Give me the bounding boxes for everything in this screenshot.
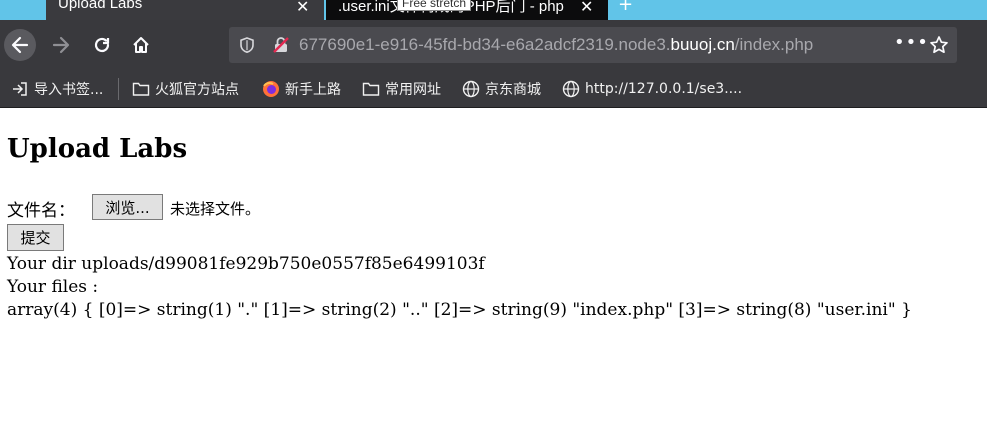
- files-dump-text: array(4) { [0]=> string(1) "." [1]=> str…: [7, 300, 912, 320]
- browse-button[interactable]: 浏览...: [92, 194, 163, 220]
- url-bar[interactable]: 677690e1-e916-45fd-bd34-e6a2adcf2319.nod…: [229, 27, 957, 63]
- globe-icon: [462, 80, 480, 98]
- no-file-selected-text: 未选择文件。: [170, 200, 261, 218]
- bookmark-separator: [118, 78, 119, 100]
- dir-path-text: Your dir uploads/d99081fe929b750e0557f85…: [7, 254, 485, 274]
- submit-button[interactable]: 提交: [7, 224, 64, 251]
- tab-title: Upload Labs: [58, 0, 143, 12]
- url-text: 677690e1-e916-45fd-bd34-e6a2adcf2319.nod…: [299, 35, 814, 54]
- bookmarks-toolbar: 导入书签... 火狐官方站点 新手上路 常用网址 京东商城 http://127…: [0, 70, 987, 108]
- bookmark-import[interactable]: 导入书签...: [11, 79, 103, 99]
- globe-icon: [562, 80, 580, 98]
- tab-upload-labs[interactable]: Upload Labs ✕: [46, 0, 324, 20]
- new-tab-icon[interactable]: +: [618, 0, 633, 15]
- close-icon[interactable]: ✕: [578, 0, 596, 17]
- folder-icon: [362, 82, 380, 96]
- bookmark-localhost[interactable]: http://127.0.0.1/se3....: [562, 79, 742, 99]
- bookmark-common-sites[interactable]: 常用网址: [362, 79, 441, 99]
- back-arrow-icon: [11, 36, 29, 54]
- firefox-icon: [263, 81, 279, 97]
- files-label: Your files :: [7, 277, 99, 297]
- home-button[interactable]: [125, 29, 157, 61]
- navigation-toolbar: 677690e1-e916-45fd-bd34-e6a2adcf2319.nod…: [0, 20, 987, 70]
- bookmark-getting-started[interactable]: 新手上路: [262, 79, 341, 99]
- insecure-lock-icon[interactable]: [272, 36, 290, 54]
- back-button[interactable]: [4, 29, 36, 61]
- shield-icon[interactable]: [238, 36, 256, 54]
- more-icon[interactable]: •••: [894, 32, 929, 53]
- tooltip: Free stretch: [397, 0, 472, 11]
- page-content: Upload Labs 文件名： 浏览... 未选择文件。 提交 Your di…: [0, 108, 987, 423]
- bookmark-jd[interactable]: 京东商城: [462, 79, 541, 99]
- file-name-label: 文件名：: [7, 201, 75, 221]
- tab-strip: Upload Labs ✕ .user.ini文件构成的PHP后门 - php …: [0, 0, 987, 20]
- forward-button[interactable]: [45, 29, 77, 61]
- reload-button[interactable]: [86, 29, 118, 61]
- home-icon: [133, 37, 149, 53]
- bookmark-star-icon[interactable]: [929, 35, 949, 55]
- close-icon[interactable]: ✕: [296, 0, 309, 17]
- folder-icon: [132, 82, 150, 96]
- bookmark-firefox-site[interactable]: 火狐官方站点: [132, 79, 239, 99]
- reload-icon: [94, 37, 110, 53]
- forward-arrow-icon: [52, 36, 70, 54]
- import-icon: [13, 82, 27, 96]
- page-title: Upload Labs: [7, 134, 188, 164]
